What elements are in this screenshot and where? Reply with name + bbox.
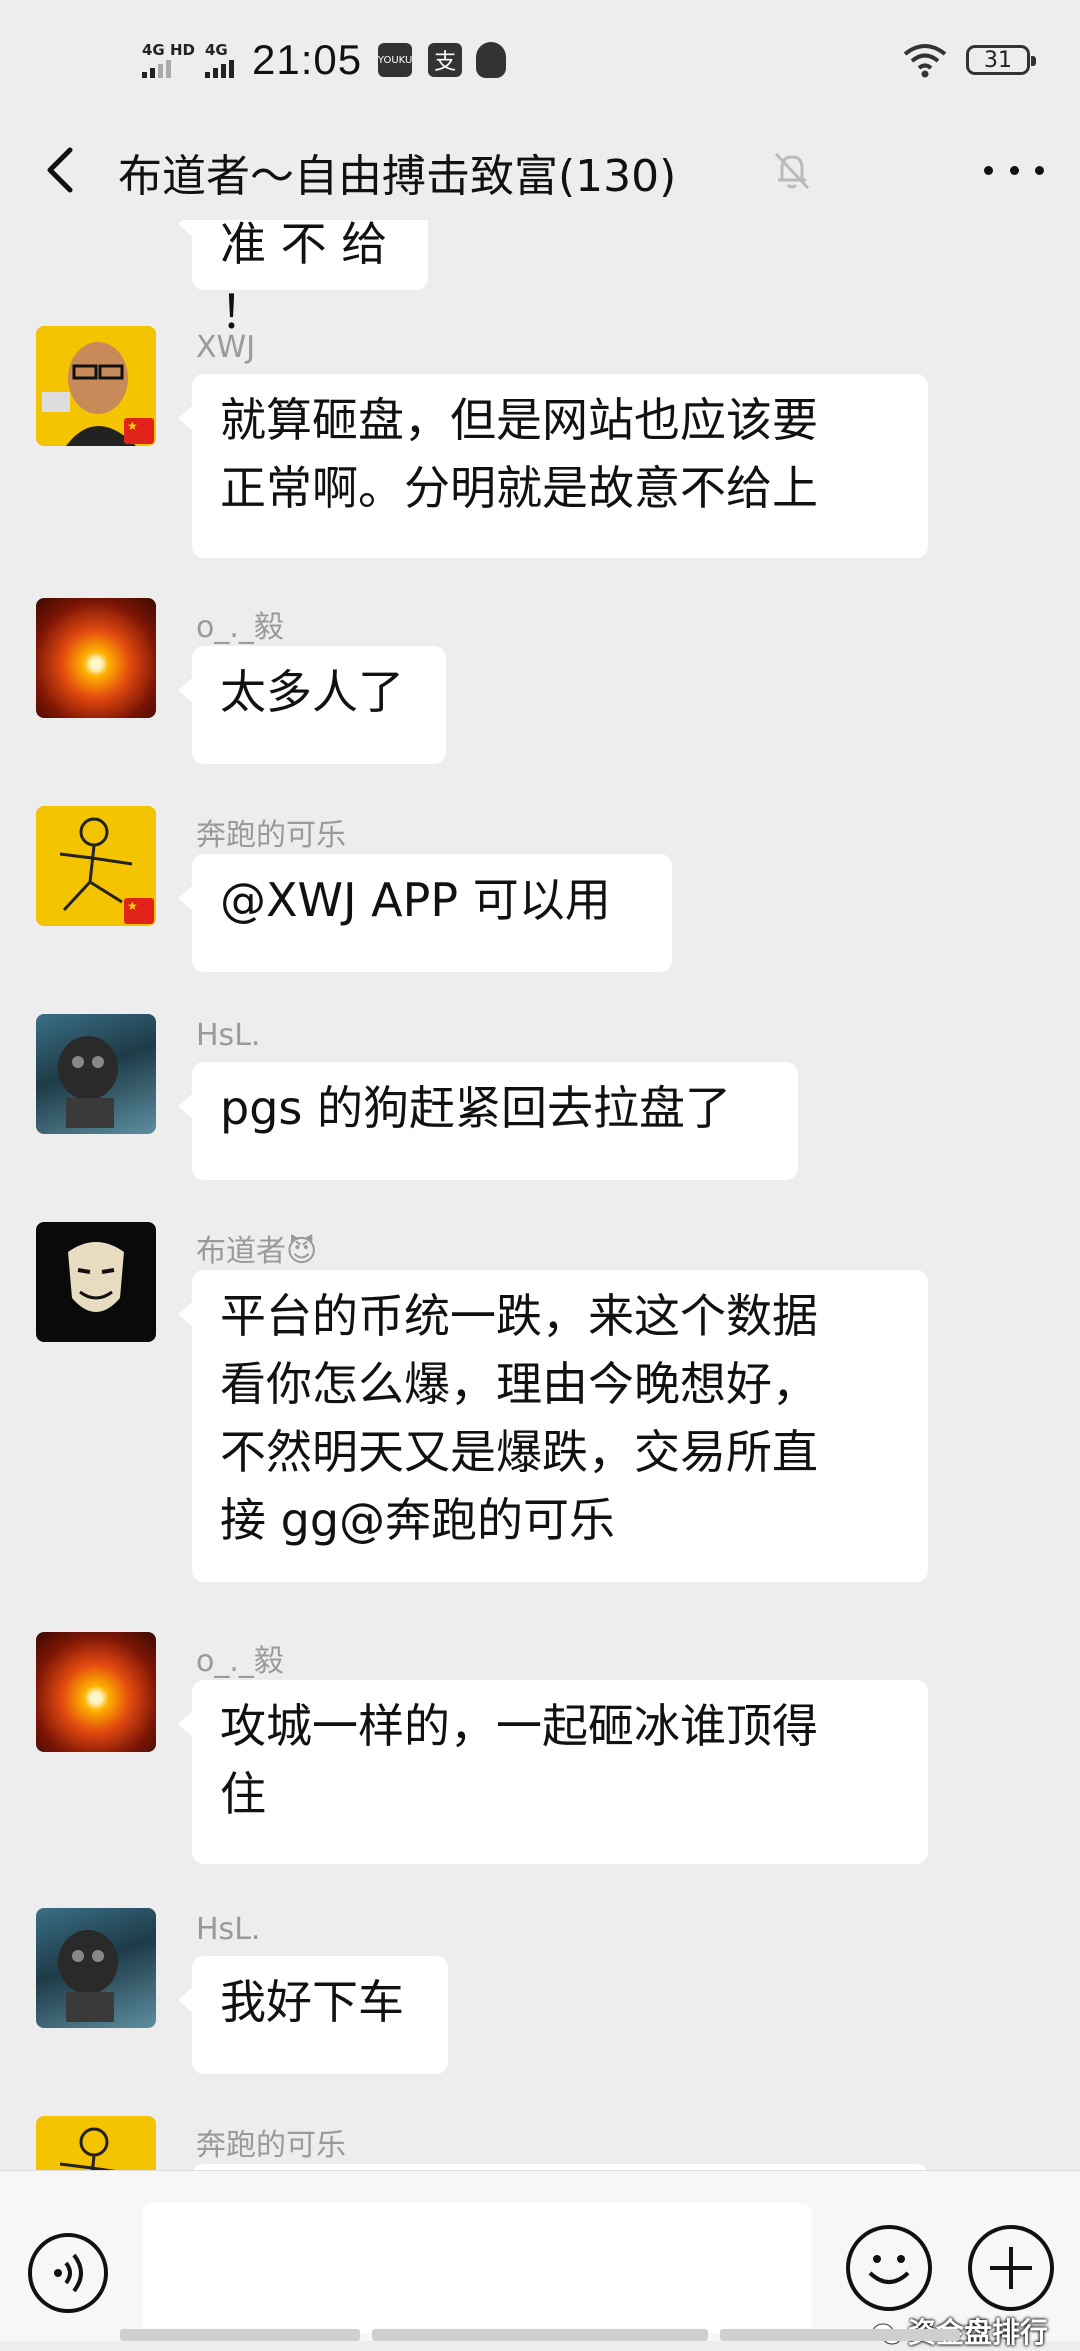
flag-icon [124,898,154,924]
message-text: 准 不 给 ！ [220,220,388,339]
youku-icon: YOUKU [378,43,412,77]
sender-name: 奔跑的可乐 [196,2128,346,2163]
more-dots-icon [984,165,993,175]
message-text: 太多人了 [220,665,404,719]
clock: 21:05 [251,36,363,83]
avatar[interactable] [36,806,156,926]
message-bubble[interactable]: 攻城一样的，一起砸冰谁顶得 住 [178,1680,928,1864]
chevron-left-icon[interactable] [36,142,92,198]
message-bubble[interactable]: 准 不 给 ！ [178,220,428,339]
signal-icon: 4G [204,40,234,78]
voice-icon [54,2253,83,2293]
message-bubble[interactable]: pgs 的狗赶紧回去拉盘了 [178,1062,798,1180]
sender-name: HsL. [196,1912,261,1947]
message-text: 我好下车 [220,1975,404,2029]
message-line: 不然明天又是爆跌，交易所直 [220,1425,818,1479]
avatar[interactable] [36,326,156,446]
message-line: 接 gg@奔跑的可乐 [220,1493,616,1547]
sender-name: 奔跑的可乐 [196,818,346,853]
message-text: @XWJ APP 可以用 [220,873,611,927]
sender-name: 布道者😈 [196,1234,318,1269]
alipay-icon: 支 [428,43,463,77]
home-indicator [372,2329,708,2341]
home-indicator [720,2329,960,2341]
plus-button[interactable] [968,2225,1054,2311]
sender-name: XWJ [196,330,256,365]
message-bubble[interactable]: 平台的币统一跌，来这个数据 看你怎么爆，理由今晚想好， 不然明天又是爆跌，交易所… [178,1270,928,1582]
message-line: 住 [220,1767,266,1821]
message-bubble[interactable]: @XWJ APP 可以用 [178,854,672,972]
avatar[interactable] [36,1908,156,2028]
message-bubble[interactable]: 太多人了 [178,646,446,764]
voice-button[interactable] [28,2233,108,2313]
avatar[interactable] [36,1014,156,1134]
avatar[interactable] [36,2116,156,2170]
emoji-icon [868,2255,910,2284]
flag-icon [124,418,154,444]
sender-name: o_._毅 [196,610,284,645]
input-bar: 资金盘排行 [0,2170,1080,2349]
message-bubble[interactable]: 我好下车 [178,1956,448,2074]
avatar[interactable] [36,598,156,718]
message-line: 攻城一样的，一起砸冰谁顶得 [220,1699,818,1753]
status-bar: 4G HD 4G 21:05 YOUKU 支 31 [0,0,1080,120]
signal-label: 4G HD [142,40,195,59]
battery-icon: 31 [966,45,1036,75]
sender-name: HsL. [196,1018,261,1053]
bell-off-icon [774,152,810,190]
qq-icon [476,42,507,78]
home-indicator [120,2329,360,2341]
message-text: pgs 的狗赶紧回去拉盘了 [220,1081,731,1135]
sender-name: o_._毅 [196,1644,284,1679]
chat-title: 布道者～自由搏击致富(130) [118,151,677,202]
avatar[interactable] [36,1222,156,1342]
message-list[interactable]: 准 不 给 ！ XWJ 就算砸盘，但是网站也应该要 正常啊。分明就是故意不给上 … [0,220,1080,2170]
signal-icon: 4G HD [142,40,195,78]
message-bubble[interactable]: 就算砸盘，但是网站也应该要 正常啊。分明就是故意不给上 [178,374,928,558]
signal-label: 4G [204,40,228,59]
wifi-icon [903,44,947,78]
message-input[interactable] [142,2203,812,2333]
plus-icon [990,2247,1032,2289]
more-button[interactable] [984,142,1044,198]
avatar[interactable] [36,1632,156,1752]
emoji-button[interactable] [846,2225,932,2311]
battery-level: 31 [984,47,1012,73]
message-line: 就算砸盘，但是网站也应该要 [220,393,818,447]
message-line: 平台的币统一跌，来这个数据 [220,1289,818,1343]
message-line: 正常啊。分明就是故意不给上 [220,461,818,515]
message-line: 看你怎么爆，理由今晚想好， [220,1357,818,1411]
chat-header: 布道者～自由搏击致富(130) [0,120,1080,220]
